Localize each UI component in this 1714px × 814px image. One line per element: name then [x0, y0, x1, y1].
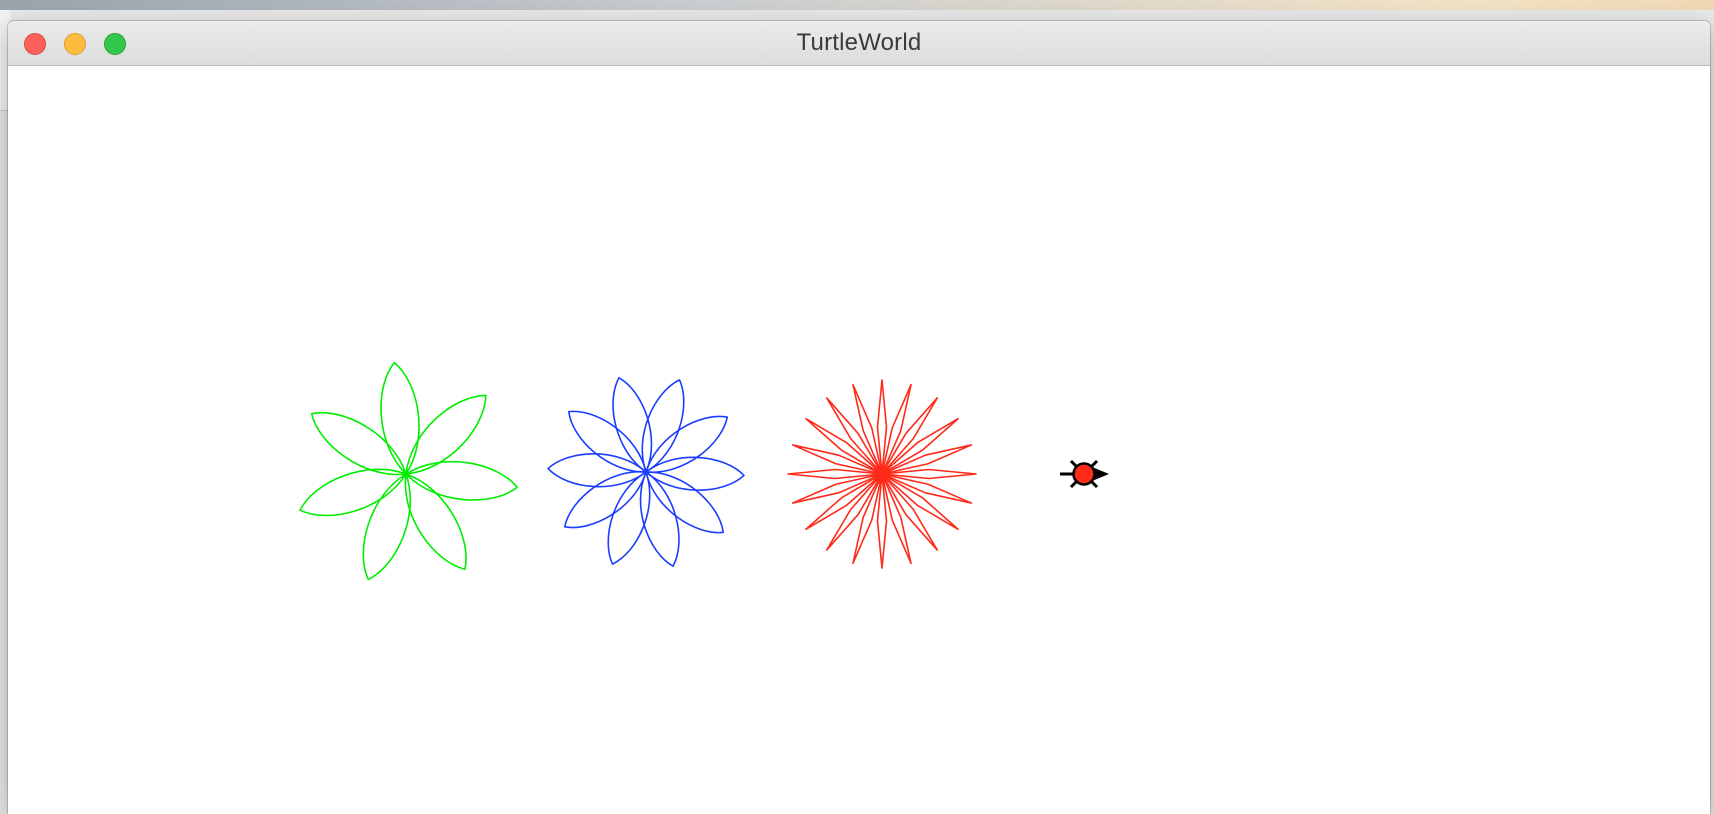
green-flower-petal	[362, 473, 411, 581]
green-flower-petal	[404, 473, 467, 571]
turtleworld-window: TurtleWorld	[8, 21, 1710, 814]
turtle-body	[1072, 462, 1096, 486]
drawing-surface	[299, 361, 1109, 581]
red-flower	[787, 379, 977, 569]
blue-flower	[547, 376, 745, 568]
turtle-icon	[1060, 459, 1109, 489]
window-title: TurtleWorld	[796, 29, 922, 56]
green-flower-petal	[380, 361, 420, 475]
green-flower	[299, 361, 518, 581]
green-flower-petal	[310, 411, 407, 476]
green-flower-petal	[299, 468, 407, 517]
green-flower-petal	[405, 460, 518, 501]
title-bar[interactable]: TurtleWorld	[8, 21, 1710, 66]
turtle-canvas[interactable]	[8, 66, 1710, 814]
desktop-background	[0, 0, 1714, 10]
